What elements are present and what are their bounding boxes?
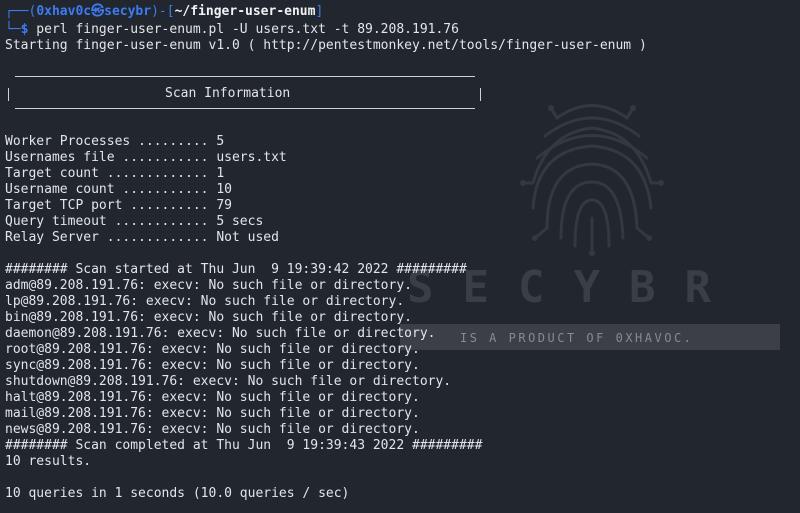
result-line: lp@89.208.191.76: execv: No such file or… bbox=[5, 294, 405, 309]
result-line: bin@89.208.191.76: execv: No such file o… bbox=[5, 310, 412, 325]
result-line: halt@89.208.191.76: execv: No such file … bbox=[5, 390, 420, 405]
result-line: mail@89.208.191.76: execv: No such file … bbox=[5, 406, 420, 421]
result-line: daemon@89.208.191.76: execv: No such fil… bbox=[5, 326, 436, 341]
result-line: root@89.208.191.76: execv: No such file … bbox=[5, 342, 420, 357]
box-right-bar bbox=[480, 88, 481, 101]
prompt-user: 0xhav0c bbox=[36, 4, 92, 19]
prompt-line: ┌──(0xhav0c㉿secybr)-[~/finger-user-enum] bbox=[5, 4, 323, 20]
result-line: adm@89.208.191.76: execv: No such file o… bbox=[5, 278, 412, 293]
prompt-host: secybr bbox=[104, 4, 152, 19]
scan-completed-line: ######## Scan completed at Thu Jun 9 19:… bbox=[5, 438, 483, 453]
setting-line: Relay Server ............. Not used bbox=[5, 230, 279, 245]
setting-line: Worker Processes ......... 5 bbox=[5, 134, 225, 149]
result-line: shutdown@89.208.191.76: execv: No such f… bbox=[5, 374, 452, 389]
scan-info-title: Scan Information bbox=[165, 86, 291, 101]
prompt-corner: ┌──( bbox=[5, 4, 37, 19]
scan-started-line: ######## Scan started at Thu Jun 9 19:39… bbox=[5, 262, 467, 277]
setting-line: Target TCP port .......... 79 bbox=[5, 198, 232, 213]
result-line: news@89.208.191.76: execv: No such file … bbox=[5, 422, 420, 437]
watermark-tagline: IS A PRODUCT OF 0XHAVOC. bbox=[460, 331, 694, 345]
box-left-bar bbox=[8, 88, 9, 101]
setting-line: Usernames file ........... users.txt bbox=[5, 150, 287, 165]
prompt-corner-bottom: └─ bbox=[5, 22, 21, 37]
prompt-at-icon: ㉿ bbox=[91, 4, 105, 19]
prompt-dir-open: )-[ bbox=[151, 4, 175, 19]
secybr-watermark: SECYBR IS A PRODUCT OF 0XHAVOC. bbox=[395, 80, 800, 380]
results-count: 10 results. bbox=[5, 454, 92, 469]
command-text: perl finger-user-enum.pl -U users.txt -t… bbox=[28, 22, 459, 37]
prompt-cwd: ~/finger-user-enum bbox=[174, 4, 316, 19]
box-bottom-rule bbox=[15, 108, 475, 109]
starting-line: Starting finger-user-enum v1.0 ( http://… bbox=[5, 38, 647, 53]
watermark-band bbox=[400, 324, 780, 350]
result-line: sync@89.208.191.76: execv: No such file … bbox=[5, 358, 420, 373]
fingerprint-circuit-icon bbox=[520, 104, 664, 256]
command-line[interactable]: └─$ perl finger-user-enum.pl -U users.tx… bbox=[5, 22, 459, 38]
setting-line: Target count ............. 1 bbox=[5, 166, 225, 181]
setting-line: Username count ........... 10 bbox=[5, 182, 232, 197]
summary-line: 10 queries in 1 seconds (10.0 queries / … bbox=[5, 486, 350, 501]
prompt-dir-close: ] bbox=[315, 4, 324, 19]
terminal-window[interactable]: SECYBR IS A PRODUCT OF 0XHAVOC. ┌──(0xha… bbox=[0, 0, 800, 513]
box-top-rule bbox=[15, 76, 475, 77]
setting-line: Query timeout ............ 5 secs bbox=[5, 214, 264, 229]
